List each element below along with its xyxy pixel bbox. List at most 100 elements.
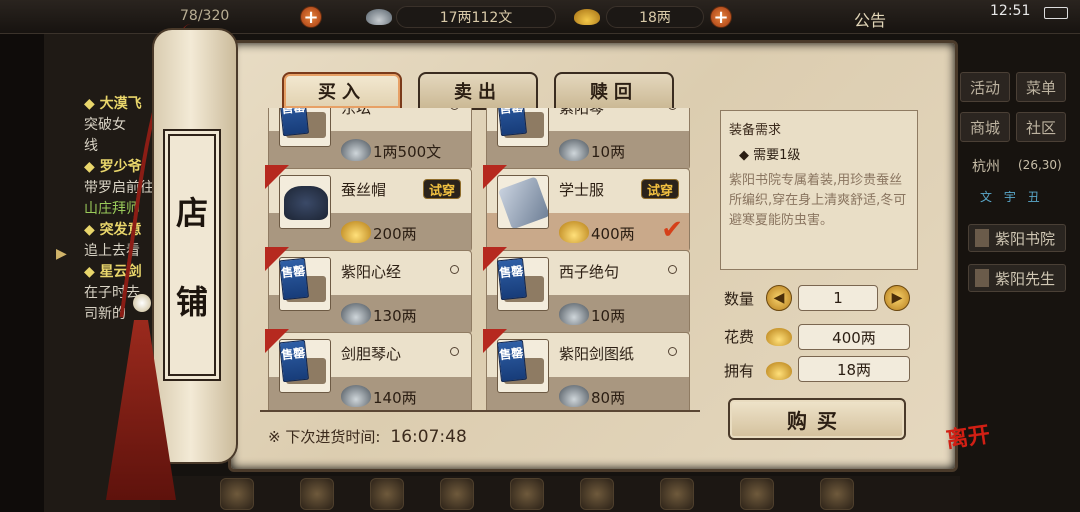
battery-icon [1044, 7, 1068, 19]
shop-item[interactable]: 售罄 紫阳心经 130两 [265, 247, 472, 335]
add-bag-button[interactable]: + [300, 6, 322, 28]
item-description: 紫阳书院专属着装,用珍贵蚕丝所编织,穿在身上清爽舒适,冬可避寒夏能防虫害。 [729, 173, 907, 228]
item-price: 10两 [591, 143, 626, 161]
shop-item[interactable]: 售罄 东坛 1两500文 [268, 108, 472, 171]
gold-display: 18两 [606, 6, 704, 28]
skill-icon[interactable] [440, 478, 474, 510]
checkmark-icon: ✔ [661, 215, 683, 245]
gold-ingot-icon [341, 221, 371, 243]
cost-label: 花费 [724, 328, 755, 346]
add-gold-button[interactable]: + [710, 6, 732, 28]
gold-ingot-icon [574, 9, 600, 25]
shop-item[interactable]: 售罄 紫阳琴 10两 [486, 108, 690, 171]
shop-item[interactable]: 蚕丝帽 试穿 200两 [265, 165, 472, 253]
sold-out-badge: 售罄 [278, 257, 310, 301]
try-on-button[interactable]: 试穿 [422, 179, 461, 199]
item-price: 130两 [373, 307, 417, 325]
item-name: 紫阳琴 [559, 108, 605, 117]
location-coords: (26,30) [1018, 158, 1062, 172]
notes-icon[interactable] [660, 478, 694, 510]
shop-title-char-1: 店 [175, 193, 208, 232]
shop-item[interactable]: 售罄 紫阳剑图纸 80两 [483, 329, 690, 410]
bag-icon[interactable] [740, 478, 774, 510]
silver-coin-icon [341, 303, 371, 325]
npc-icon [975, 229, 989, 247]
tab-buy[interactable]: 买入 [282, 72, 402, 110]
npc-ziyang-academy[interactable]: 紫阳书院 [968, 224, 1066, 252]
sold-out-badge: 售罄 [496, 108, 528, 137]
mall-button[interactable]: 商城 [960, 112, 1010, 142]
item-detail-box: 装备需求 ◆ 需要1级 紫阳书院专属着装,用珍贵蚕丝所编织,穿在身上清爽舒适,冬… [720, 110, 918, 270]
cost-value: 400两 [798, 324, 910, 350]
silver-coin-icon [559, 385, 589, 407]
shop-item[interactable]: 学士服 试穿 400两 ✔ [483, 165, 690, 253]
item-grid[interactable]: 售罄 东坛 1两500文 售罄 紫阳琴 10两 蚕丝帽 试穿 200两 学士服 试穿 400两 ✔ 售罄紫… [260, 108, 700, 412]
status-dot-icon [450, 265, 459, 274]
clock: 12:51 [990, 3, 1031, 19]
sold-out-badge: 售罄 [496, 339, 528, 383]
item-name: 东坛 [341, 108, 372, 117]
npc-icon [975, 269, 989, 287]
gold-ingot-icon [559, 221, 589, 243]
activity-button[interactable]: 活动 [960, 72, 1010, 102]
gold-ingot-icon [766, 362, 792, 380]
item-name: 学士服 [559, 181, 605, 199]
tab-sell[interactable]: 卖出 [418, 72, 538, 110]
item-price: 200两 [373, 225, 417, 243]
owned-value: 18两 [798, 356, 910, 382]
leave-button[interactable]: 离开 [944, 421, 999, 479]
gold-ingot-icon [766, 328, 792, 346]
item-icon[interactable] [370, 478, 404, 510]
bag-count: 78/320 [180, 8, 230, 24]
money-display: 17两112文 [396, 6, 556, 28]
item-name: 剑胆琴心 [341, 345, 402, 363]
task-icon[interactable] [510, 478, 544, 510]
status-dot-icon [668, 347, 677, 356]
restock-time: 16:07:48 [390, 427, 467, 447]
item-price: 80两 [591, 389, 626, 407]
tab-redeem[interactable]: 赎回 [554, 72, 674, 110]
quantity-label: 数量 [724, 290, 755, 308]
quantity-field[interactable]: 1 [798, 285, 878, 311]
more-icon[interactable] [820, 478, 854, 510]
item-name: 紫阳心经 [341, 263, 402, 281]
shop-item[interactable]: 售罄 剑胆琴心 140两 [265, 329, 472, 410]
silver-coin-icon [341, 385, 371, 407]
item-thumbnail [279, 175, 331, 229]
item-price: 1两500文 [373, 143, 442, 161]
item-name: 西子绝句 [559, 263, 620, 281]
martial-icon[interactable] [300, 478, 334, 510]
item-thumbnail [497, 175, 549, 229]
shop-item[interactable]: 售罄 西子绝句 10两 [483, 247, 690, 335]
sold-out-badge: 售罄 [278, 108, 310, 137]
menu-button[interactable]: 菜单 [1016, 72, 1066, 102]
status-dot-icon [668, 265, 677, 274]
restock-timer: ※ 下次进货时间: 16:07:48 [268, 426, 467, 447]
try-on-button[interactable]: 试穿 [640, 179, 679, 199]
tassel-bead [133, 294, 151, 312]
top-status-bar: 78/320 + 17两112文 18两 + 公告 12:51 [0, 0, 1080, 34]
item-name: 蚕丝帽 [341, 181, 387, 199]
sold-out-badge: 售罄 [278, 339, 310, 383]
quest-line[interactable]: ◆ 大漠飞 [44, 94, 163, 115]
item-price: 10两 [591, 307, 626, 325]
hat-icon [284, 186, 328, 220]
silver-coin-icon [559, 303, 589, 325]
community-button[interactable]: 社区 [1016, 112, 1066, 142]
buy-button[interactable]: 购买 [728, 398, 906, 440]
decrease-quantity-button[interactable]: ◀ [766, 285, 792, 311]
bottom-toolbar [160, 476, 960, 512]
item-price: 400两 [591, 225, 635, 243]
increase-quantity-button[interactable]: ▶ [884, 285, 910, 311]
expand-quest-icon[interactable]: ▶ [56, 246, 74, 268]
item-price: 140两 [373, 389, 417, 407]
shop-title-char-2: 铺 [175, 282, 208, 321]
left-edge [0, 34, 44, 512]
npc-ziyang-master[interactable]: 紫阳先生 [968, 264, 1066, 292]
equip-icon[interactable] [220, 478, 254, 510]
owned-label: 拥有 [724, 362, 755, 380]
quest-line[interactable]: 突破女 [44, 115, 163, 136]
map-icon[interactable] [580, 478, 614, 510]
location-name: 杭州 [972, 159, 1000, 175]
announcement-button[interactable]: 公告 [854, 7, 886, 31]
